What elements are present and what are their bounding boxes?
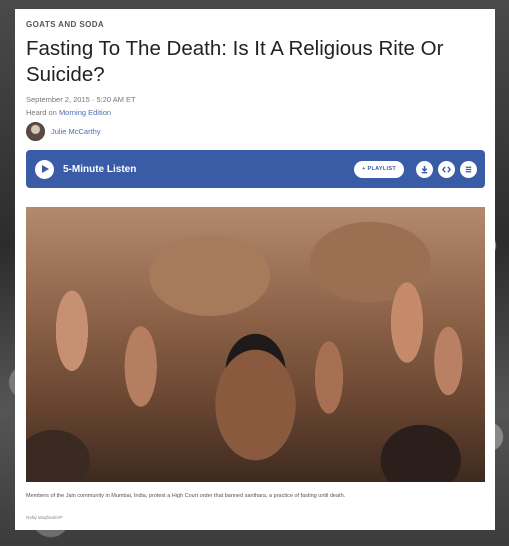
photo-caption: Members of the Jain community in Mumbai,…: [26, 493, 346, 499]
show-link[interactable]: Morning Edition: [59, 108, 111, 117]
heard-on: Heard on Morning Edition: [26, 108, 111, 117]
embed-button[interactable]: [438, 160, 455, 178]
section-label[interactable]: GOATS AND SODA: [26, 20, 104, 29]
heard-on-prefix: Heard on: [26, 108, 59, 117]
author-link[interactable]: Julie McCarthy: [51, 127, 101, 136]
download-button[interactable]: [416, 160, 433, 178]
play-icon: [42, 165, 49, 173]
author-avatar[interactable]: [26, 122, 45, 141]
embed-icon: [442, 165, 451, 173]
page-title: Fasting To The Death: Is It A Religious …: [26, 37, 444, 86]
transcript-button[interactable]: [460, 160, 477, 178]
article-card: GOATS AND SODA Fasting To The Death: Is …: [15, 9, 495, 530]
transcript-icon: [465, 166, 472, 172]
audio-player: 5-Minute Listen + PLAYLIST: [26, 150, 485, 188]
photo-credit: Rafiq Maqbool/AP: [26, 515, 63, 520]
byline: Julie McCarthy: [26, 122, 101, 141]
publish-date: September 2, 2015 · 5:20 AM ET: [26, 95, 136, 104]
play-button[interactable]: [35, 159, 54, 179]
article-photo[interactable]: [26, 207, 485, 482]
playlist-button[interactable]: + PLAYLIST: [354, 160, 404, 178]
download-icon: [421, 165, 428, 173]
player-controls: + PLAYLIST: [354, 160, 477, 178]
listen-label[interactable]: 5-Minute Listen: [63, 164, 136, 175]
